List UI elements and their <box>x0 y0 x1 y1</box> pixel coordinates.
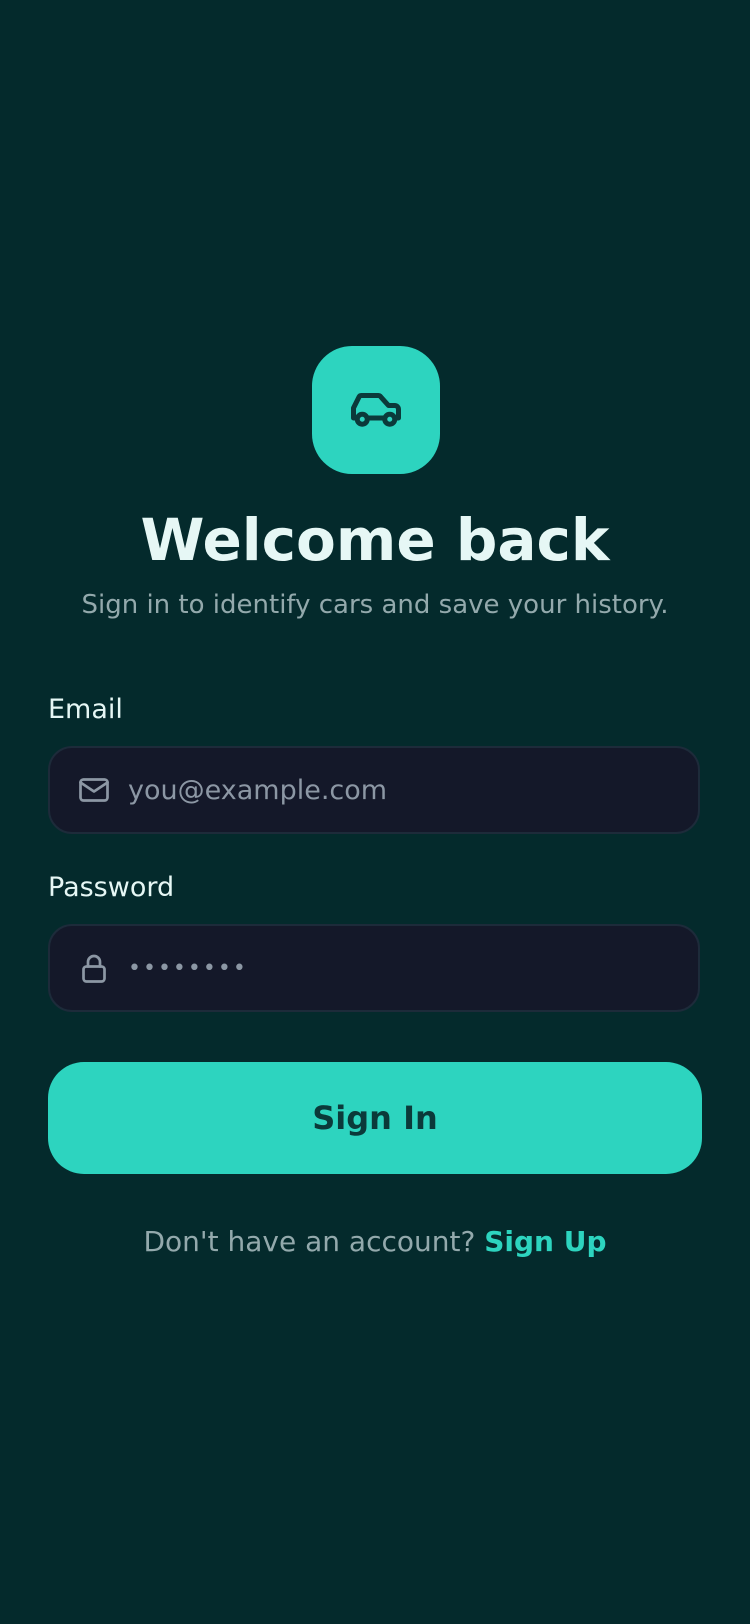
password-label: Password <box>48 872 175 903</box>
signup-prompt-text: Don't have an account? <box>143 1225 485 1258</box>
password-input[interactable]: •••••••• <box>128 956 248 981</box>
sign-up-link[interactable]: Sign Up <box>484 1225 606 1258</box>
sign-in-button[interactable]: Sign In <box>48 1062 702 1174</box>
car-icon <box>346 378 406 442</box>
password-field[interactable]: •••••••• <box>48 924 700 1012</box>
email-label: Email <box>48 694 123 725</box>
app-logo <box>312 346 440 474</box>
page-title: Welcome back <box>140 506 610 574</box>
email-input[interactable] <box>128 774 678 806</box>
mail-icon <box>76 772 112 808</box>
page-subtitle: Sign in to identify cars and save your h… <box>81 590 669 620</box>
signup-prompt: Don't have an account? Sign Up <box>0 1222 750 1262</box>
email-field[interactable] <box>48 746 700 834</box>
lock-icon <box>76 950 112 986</box>
